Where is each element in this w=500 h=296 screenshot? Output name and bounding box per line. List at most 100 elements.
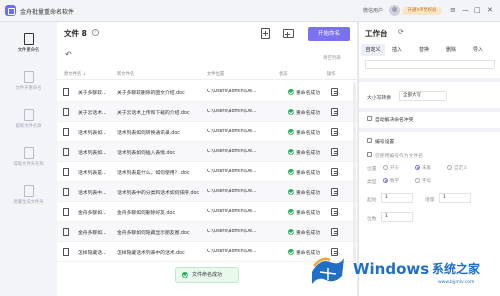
maximize-icon[interactable]: □ [474,5,481,15]
tab-custom[interactable]: 自定义 [361,44,385,56]
type-number-radio[interactable] [383,178,388,183]
vip-badge[interactable]: 开通VIP享权益 [402,7,442,15]
start-stepper[interactable]: 1 [381,193,413,203]
cell-original-name: 话术列表如... [78,151,107,156]
title-bar: 金舟批量重命名软件 微信用户 开通VIP享权益 ≡ — □ ✕ [0,0,500,22]
step-stepper[interactable]: 1 [439,193,471,203]
table-row[interactable]: 关于云话术... 关于云话术上传和下载的介绍.doc C:\Users\admi… [57,102,357,122]
document-icon [63,108,69,116]
document-icon [63,248,69,256]
start-rename-button[interactable]: 开始命名 [308,27,350,41]
cell-file-location: C:\Users\admin\De... [207,89,257,94]
cell-new-name: 关于多聊软删除的图文介绍.doc [117,91,185,96]
cell-file-location: C:\Users\admin\De... [207,209,257,214]
document-icon [63,228,69,236]
delete-row-icon[interactable] [331,228,338,236]
column-new-name: 新文件名 [117,72,135,77]
success-icon [288,189,294,195]
table-row[interactable]: 话术列表中... 话术列表中的分类和话术如何排序.doc C:\Users\ad… [57,182,357,202]
auto-resolve-label: 自动解决命名冲突 [375,118,414,123]
success-icon [288,169,294,175]
cell-file-location: C:\Users\admin\De... [207,149,257,154]
undo-icon[interactable]: ↶ [65,51,72,59]
sidebar-item-extract-foldername[interactable]: 提取文件夹名称 [0,142,57,176]
delete-row-icon[interactable] [331,128,338,136]
sidebar-item-folder-rename[interactable]: 文件夹重命名 [0,66,57,100]
cell-file-location: C:\Users\admin\De... [207,249,257,254]
success-icon [288,149,294,155]
document-icon [63,128,69,136]
delete-row-icon[interactable] [331,168,338,176]
refresh-icon[interactable]: ⟳ [398,28,404,36]
delete-row-icon[interactable] [331,208,338,216]
cell-status: 重命名成功 [296,171,320,176]
sidebar-item-file-rename[interactable]: 文件重命名 [0,28,57,62]
success-icon [288,249,294,255]
position-custom-radio[interactable] [447,165,452,170]
cell-new-name: 话术列表是什么，如何使用？.doc [117,171,190,176]
position-start-radio[interactable] [383,165,388,170]
add-folder-icon[interactable] [283,29,294,38]
success-icon [288,89,294,95]
minimize-icon[interactable]: — [462,5,469,15]
user-label[interactable]: 微信用户 [363,7,383,14]
table-row[interactable]: 话术列表如... 话术列表如何插入表情.doc C:\Users\admin\D… [57,142,357,162]
delete-row-icon[interactable] [331,188,338,196]
column-original-name[interactable]: 原文件名 ↓ [64,71,86,77]
delete-row-icon[interactable] [331,88,338,96]
table-row[interactable]: 金舟多聊如... 金舟多聊如何隐藏显示朋友圈.doc C:\Users\admi… [57,222,357,242]
cell-file-location: C:\Users\admin\De... [207,189,257,194]
table-row[interactable]: 关于多聊软... 关于多聊软删除的图文介绍.doc C:\Users\admin… [57,82,357,102]
cell-original-name: 关于多聊软... [78,91,107,96]
custom-name-input[interactable] [365,60,495,69]
tab-delete[interactable]: 删除 [446,44,456,56]
menu-icon[interactable]: ≡ [450,5,456,15]
cell-new-name: 金舟多聊如何隐藏显示朋友圈.doc [117,231,190,236]
tab-replace[interactable]: 替换 [419,44,429,56]
table-header: 原文件名 ↓ 新文件名 文件位置 状态 操作 [57,68,357,80]
app-logo-icon [5,5,16,16]
case-convert-select[interactable]: 全部大写 [399,91,447,101]
auto-resolve-checkbox[interactable] [367,116,372,121]
table-row[interactable]: 话术列表是... 话术列表是什么，如何使用？.doc C:\Users\admi… [57,162,357,182]
delete-row-icon[interactable] [331,148,338,156]
folder-icon [23,71,34,83]
cell-original-name: 话术列表是... [78,171,107,176]
add-file-icon[interactable] [261,28,270,39]
toast-message: 文件命名成功 [192,272,223,278]
table-row[interactable]: 话术列表如... 话术列表如何转换通讯录.doc C:\Users\admin\… [57,122,357,142]
tab-import[interactable]: 导入 [473,44,483,56]
avatar[interactable] [389,5,400,16]
sidebar-item-label: 提取文件夹名称 [13,162,44,167]
number-only-label: 仅使用编号作为文件名 [375,154,423,159]
case-convert-label: 大小写转换 [367,96,391,101]
position-custom-label: 自定义 [454,166,468,171]
cell-new-name: 关于云话术上传和下载的介绍.doc [117,111,190,116]
delete-row-icon[interactable] [331,108,338,116]
document-icon [63,208,69,216]
numbering-label: 编号设置 [375,140,395,145]
column-file-location: 文件位置 [207,72,225,77]
help-icon[interactable]: ? [92,29,99,36]
cell-status: 重命名成功 [296,151,320,156]
sidebar-item-generate-folders[interactable]: 批量生成文件夹 [0,180,57,214]
workspace-title: 工作台 [365,29,388,38]
success-icon [288,109,294,115]
success-icon [288,209,294,215]
watermark-suffix: 系统之家 [432,262,481,276]
sidebar-item-extract-filename[interactable]: 提取文件名称 [0,104,57,138]
clear-list-link[interactable]: 清空列表 [323,55,341,61]
table-row[interactable]: 金舟多聊如... 金舟多聊如何删除好友.doc C:\Users\admin\D… [57,202,357,222]
cell-status: 重命名成功 [296,111,320,116]
position-end-radio[interactable] [415,165,420,170]
scrollbar[interactable] [353,82,356,262]
success-icon [288,229,294,235]
cell-status: 重命名成功 [296,211,320,216]
digits-stepper[interactable]: 1 [381,212,413,222]
close-icon[interactable]: ✕ [487,5,493,15]
numbering-checkbox[interactable] [367,138,372,143]
number-only-checkbox[interactable] [367,152,372,157]
cell-original-name: 金舟多聊如... [78,231,107,236]
tab-insert[interactable]: 插入 [392,44,402,56]
type-letter-radio[interactable] [415,178,420,183]
